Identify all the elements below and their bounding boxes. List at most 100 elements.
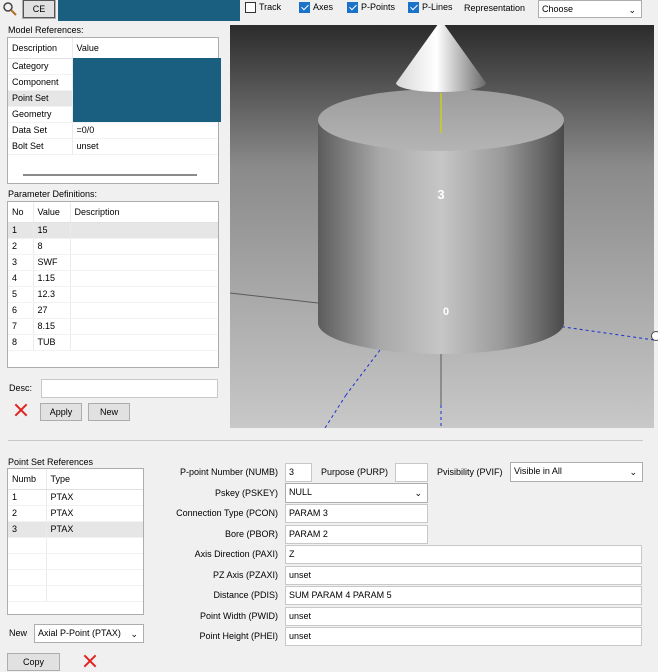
pzaxi-input[interactable]: unset: [285, 566, 642, 585]
row-description: [70, 334, 218, 351]
ce-button[interactable]: CE: [22, 0, 56, 19]
desc-label: Desc:: [9, 383, 33, 393]
row-value: TUB: [33, 334, 71, 351]
table-row[interactable]: [8, 553, 143, 570]
table-row[interactable]: 4 1.15: [8, 270, 218, 287]
column-header-value[interactable]: Value: [33, 202, 71, 223]
table-row[interactable]: 7 8.15: [8, 318, 218, 335]
track-checkbox[interactable]: [245, 2, 256, 13]
table-row[interactable]: 5 12.3: [8, 286, 218, 303]
row-value: =0/0: [72, 122, 218, 139]
pdis-input[interactable]: SUM PARAM 4 PARAM 5: [285, 586, 642, 605]
column-header-no[interactable]: No: [8, 202, 34, 223]
row-description: [70, 238, 218, 255]
chevron-down-icon: ⌄: [414, 488, 422, 498]
table-row[interactable]: Bolt Set unset: [8, 138, 218, 155]
row-value: SWF: [33, 254, 71, 271]
chevron-down-icon: ⌄: [629, 467, 637, 477]
table-row[interactable]: 1 PTAX: [8, 489, 143, 506]
table-header-row: No Value Description: [8, 202, 218, 223]
pbor-input[interactable]: PARAM 2: [285, 525, 428, 544]
desc-input[interactable]: [41, 379, 218, 398]
representation-label: Representation: [464, 3, 526, 13]
row-no: 2: [8, 238, 34, 255]
new-type-label: New: [9, 628, 28, 638]
ppoint-label-3: 3: [437, 187, 444, 202]
pdis-label: Distance (PDIS): [213, 590, 278, 600]
ce-name-field[interactable]: [58, 0, 240, 21]
ppoints-label: P-Points: [361, 2, 396, 12]
point-set-references-title: Point Set References: [8, 457, 94, 467]
table-row[interactable]: Data Set =0/0: [8, 122, 218, 139]
row-description: Point Set: [8, 90, 73, 107]
pcon-input[interactable]: PARAM 3: [285, 504, 428, 523]
delete-icon[interactable]: [82, 653, 98, 669]
point-set-references-table[interactable]: Numb Type 1 PTAX 2 PTAX 3 PTAX: [7, 468, 144, 615]
divider: [8, 440, 643, 441]
column-header-numb[interactable]: Numb: [8, 469, 47, 490]
row-description: [70, 286, 218, 303]
row-numb: 1: [8, 489, 47, 506]
pcon-label: Connection Type (PCON): [176, 508, 278, 518]
table-row[interactable]: 28: [8, 238, 218, 255]
row-description: Category: [8, 58, 73, 75]
pbor-label: Bore (PBOR): [224, 529, 278, 539]
apply-button[interactable]: Apply: [40, 403, 82, 421]
paxi-input[interactable]: Z: [285, 545, 642, 564]
column-header-type[interactable]: Type: [46, 469, 143, 490]
purpose-label: Purpose (PURP): [321, 467, 389, 477]
column-header-description[interactable]: Description: [8, 38, 73, 59]
row-description: [70, 318, 218, 335]
pvis-dropdown[interactable]: Visible in All ⌄: [510, 462, 643, 482]
chevron-down-icon: ⌄: [628, 5, 636, 15]
column-header-description[interactable]: Description: [70, 202, 218, 223]
table-header-row: Numb Type: [8, 469, 143, 490]
new-type-dropdown[interactable]: Axial P-Point (PTAX) ⌄: [34, 624, 144, 643]
row-value: 1.15: [33, 270, 71, 287]
delete-icon[interactable]: [13, 402, 29, 418]
row-type: PTAX: [46, 505, 143, 522]
ppoints-checkbox[interactable]: [347, 2, 358, 13]
table-row[interactable]: 3 SWF: [8, 254, 218, 271]
copy-button[interactable]: Copy: [7, 653, 60, 671]
row-description: [70, 254, 218, 271]
row-no: 5: [8, 286, 34, 303]
axes-label: Axes: [313, 2, 334, 12]
table-row[interactable]: 2 PTAX: [8, 505, 143, 522]
axes-checkbox[interactable]: [299, 2, 310, 13]
row-value: 8: [33, 238, 71, 255]
table-row[interactable]: [8, 585, 143, 602]
table-row[interactable]: [8, 537, 143, 554]
row-no: 8: [8, 334, 34, 351]
phei-input[interactable]: unset: [285, 627, 642, 646]
row-value: unset: [72, 138, 218, 155]
pick-icon[interactable]: [2, 1, 18, 17]
pwid-input[interactable]: unset: [285, 607, 642, 626]
plines-checkbox[interactable]: [408, 2, 419, 13]
pnumber-label: P-point Number (NUMB): [179, 467, 278, 477]
row-no: 3: [8, 254, 34, 271]
parameter-definitions-table[interactable]: No Value Description 1 15 28 3 SWF 4 1.15 5…: [7, 201, 219, 368]
row-type: PTAX: [46, 489, 143, 506]
purpose-input[interactable]: [395, 463, 428, 482]
row-description: Geometry: [8, 106, 73, 123]
table-row[interactable]: [8, 569, 143, 586]
table-row[interactable]: 6 27: [8, 302, 218, 319]
row-type: PTAX: [46, 521, 143, 538]
new-button[interactable]: New: [88, 403, 130, 421]
paxi-label: Axis Direction (PAXI): [194, 549, 278, 559]
row-value: 12.3: [33, 286, 71, 303]
table-row[interactable]: 1 15: [8, 222, 218, 239]
pwid-label: Point Width (PWID): [199, 611, 278, 621]
column-header-value[interactable]: Value: [72, 38, 218, 59]
viewport-resize-handle[interactable]: [651, 331, 658, 341]
row-no: 1: [8, 222, 34, 239]
3d-viewport[interactable]: 3 0: [230, 25, 654, 428]
representation-dropdown[interactable]: Choose ⌄: [538, 0, 642, 18]
row-description: [70, 302, 218, 319]
model-references-scrollbar[interactable]: [23, 174, 197, 176]
table-row[interactable]: 8 TUB: [8, 334, 218, 351]
pnumber-input[interactable]: 3: [285, 463, 312, 482]
table-row[interactable]: 3 PTAX: [8, 521, 143, 538]
pskey-dropdown[interactable]: NULL ⌄: [285, 483, 428, 503]
